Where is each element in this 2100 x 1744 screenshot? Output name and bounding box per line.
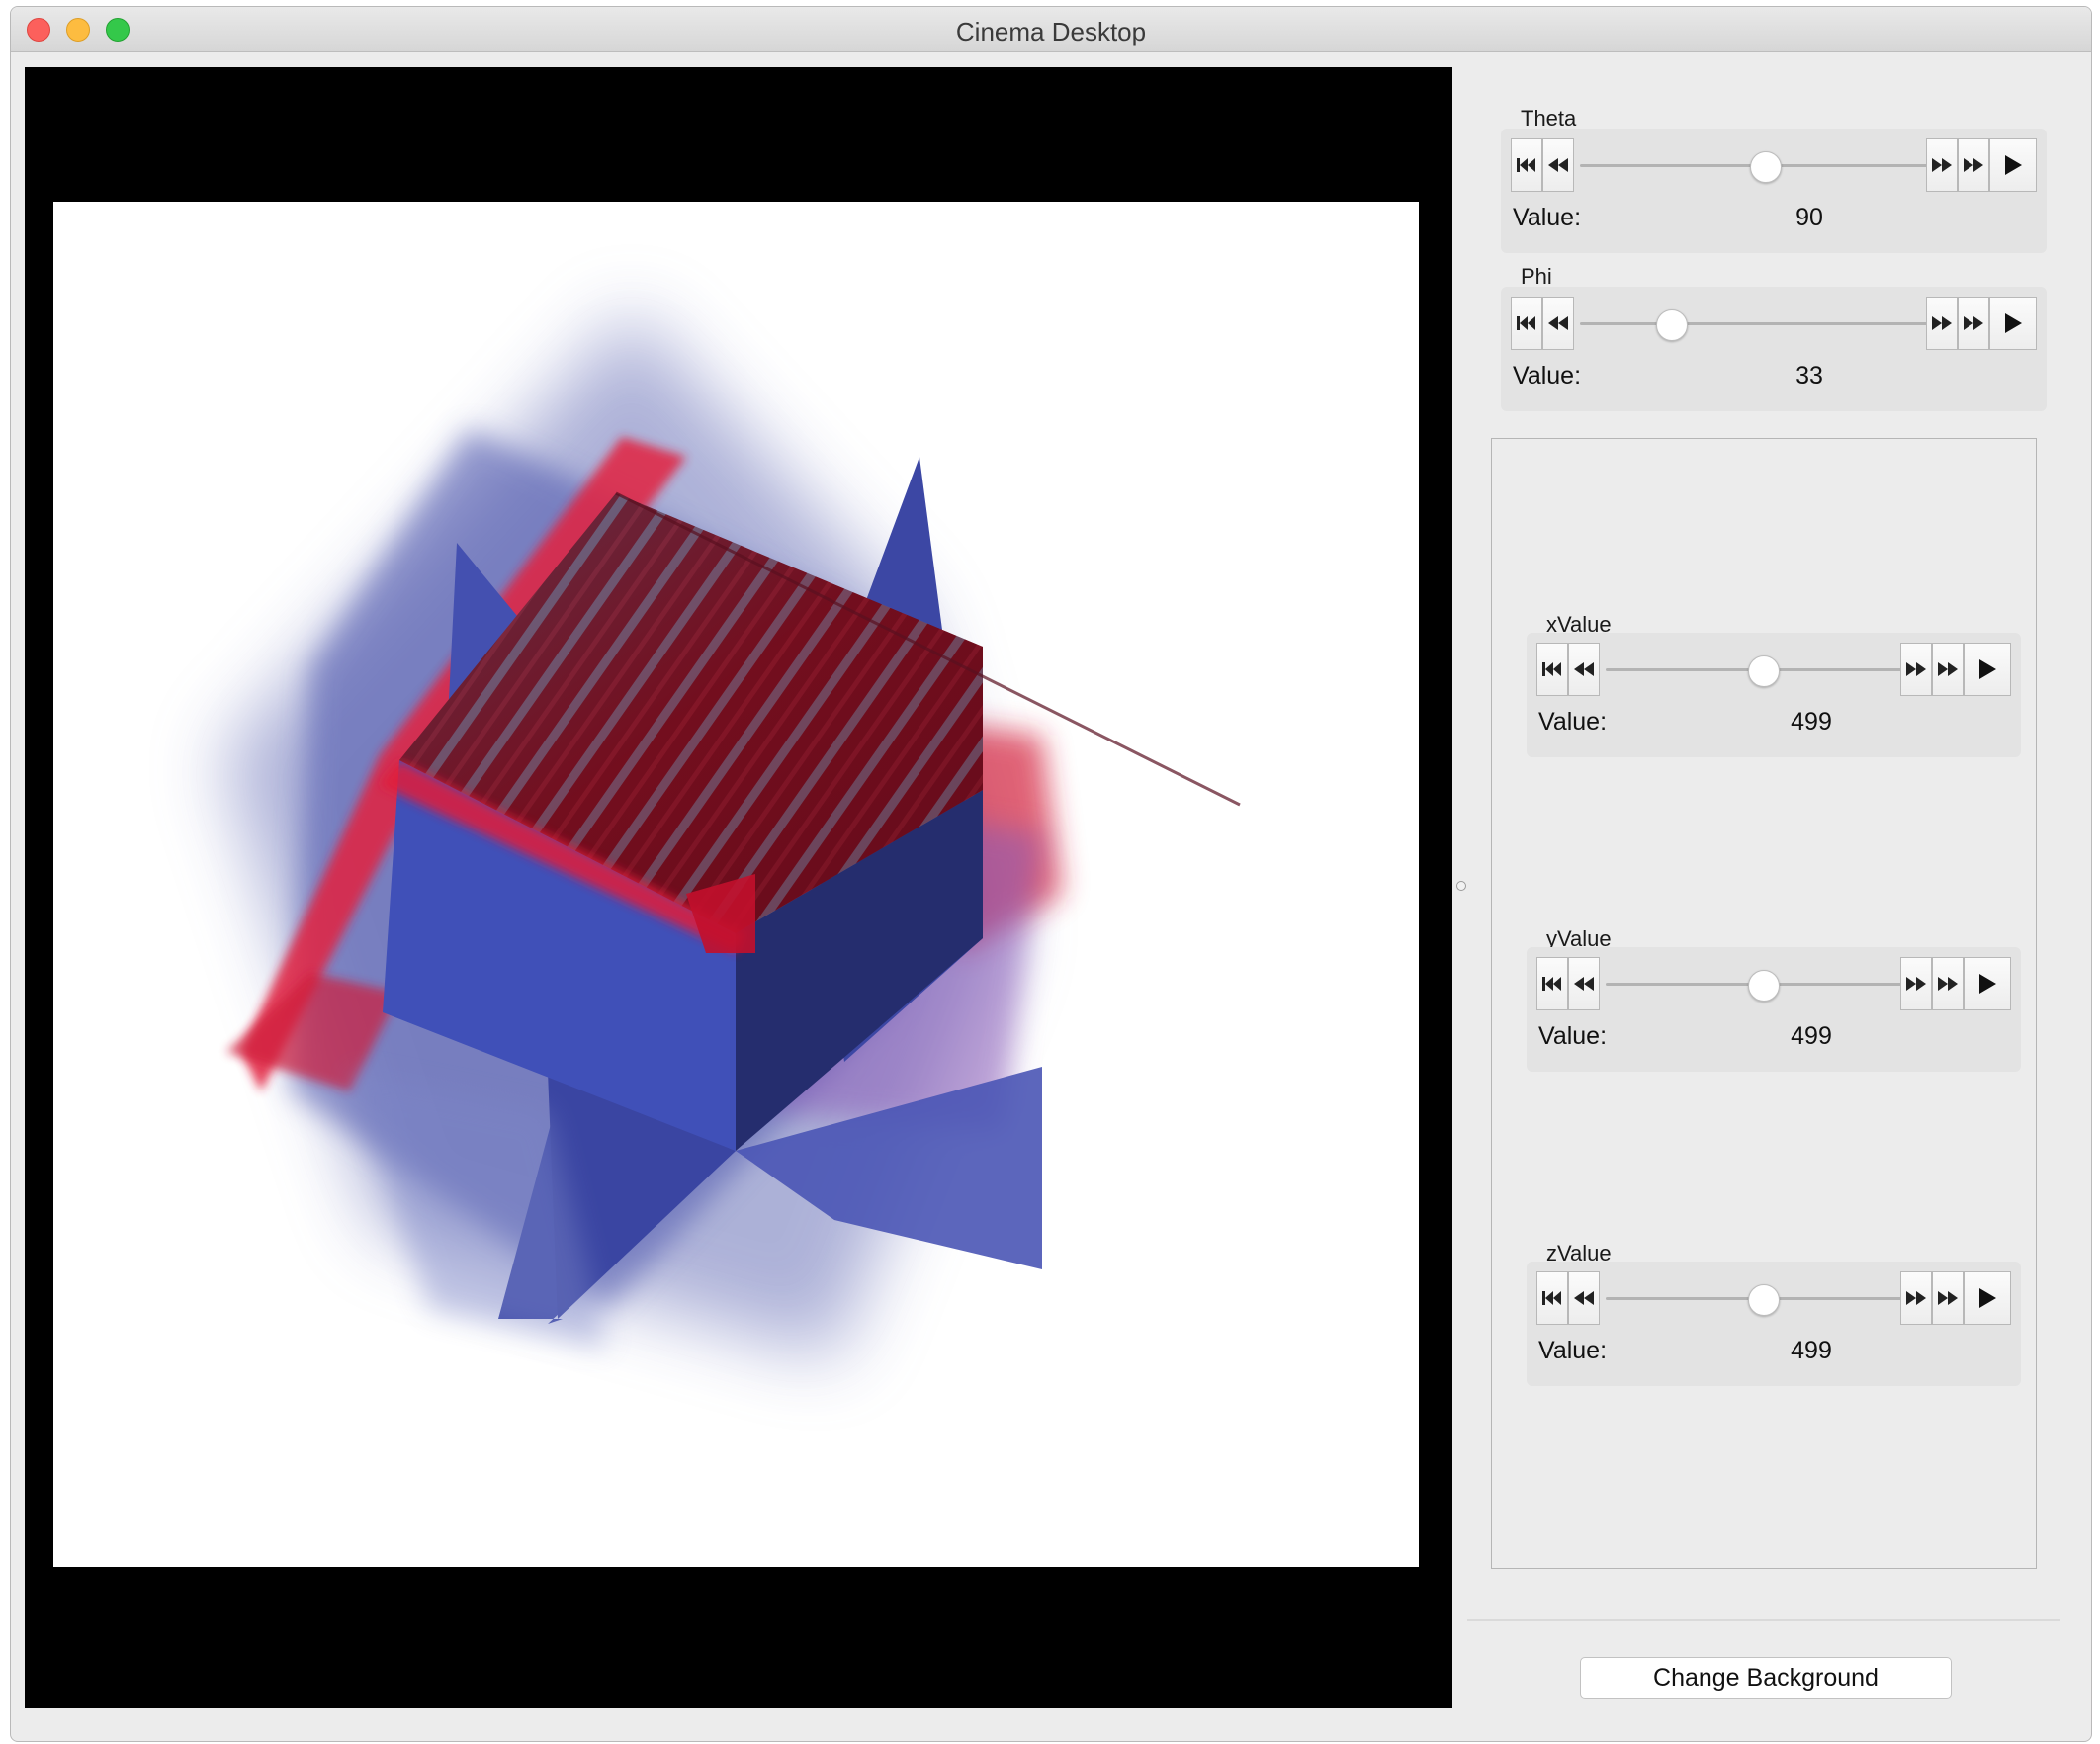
xvalue-value: 499 <box>1791 708 1832 736</box>
step-back-icon <box>1548 316 1568 330</box>
xvalue-last-button[interactable] <box>1932 643 1964 696</box>
yvalue-first-button[interactable] <box>1536 957 1568 1010</box>
divider <box>1467 1619 2060 1621</box>
theta-last-button[interactable] <box>1958 138 1989 192</box>
splitter-handle[interactable] <box>1456 881 1466 891</box>
zvalue-play-button[interactable] <box>1964 1271 2011 1325</box>
xvalue-first-button[interactable] <box>1536 643 1568 696</box>
phi-step-forward-button[interactable] <box>1926 297 1958 350</box>
xvalue-step-forward-button[interactable] <box>1900 643 1932 696</box>
step-back-icon <box>1574 1291 1594 1305</box>
step-forward-icon <box>1906 977 1926 991</box>
theta-first-button[interactable] <box>1511 138 1542 192</box>
xvalue-value-label: Value: <box>1538 708 1608 736</box>
zvalue-value: 499 <box>1791 1337 1832 1364</box>
play-icon <box>1979 659 1996 679</box>
xvalue-play-button[interactable] <box>1964 643 2011 696</box>
render-canvas[interactable] <box>53 202 1419 1567</box>
yvalue-control: Value: 499 <box>1527 947 2021 1072</box>
first-frame-icon <box>1542 1291 1561 1305</box>
play-icon <box>1979 974 1996 994</box>
first-frame-icon <box>1542 977 1561 991</box>
zvalue-first-button[interactable] <box>1536 1271 1568 1325</box>
theta-step-forward-button[interactable] <box>1926 138 1958 192</box>
phi-slider-track[interactable] <box>1580 322 1952 325</box>
first-frame-icon <box>1517 316 1535 330</box>
change-background-button[interactable]: Change Background <box>1580 1657 1952 1699</box>
play-icon <box>2005 313 2022 333</box>
yvalue-step-back-button[interactable] <box>1568 957 1600 1010</box>
phi-value-label: Value: <box>1513 362 1582 390</box>
xvalue-step-back-button[interactable] <box>1568 643 1600 696</box>
theta-value: 90 <box>1795 204 1823 231</box>
step-back-icon <box>1548 158 1568 172</box>
theta-slider-handle[interactable] <box>1750 151 1782 183</box>
last-frame-icon <box>1964 316 1983 330</box>
last-frame-icon <box>1938 1291 1958 1305</box>
yvalue-last-button[interactable] <box>1932 957 1964 1010</box>
phi-last-button[interactable] <box>1958 297 1989 350</box>
yvalue-play-button[interactable] <box>1964 957 2011 1010</box>
zvalue-step-forward-button[interactable] <box>1900 1271 1932 1325</box>
theta-value-label: Value: <box>1513 204 1582 231</box>
zvalue-last-button[interactable] <box>1932 1271 1964 1325</box>
zvalue-slider-handle[interactable] <box>1748 1284 1780 1316</box>
yvalue-value-label: Value: <box>1538 1022 1608 1050</box>
first-frame-icon <box>1517 158 1535 172</box>
last-frame-icon <box>1938 977 1958 991</box>
volume-render-image <box>221 310 1241 1358</box>
theta-control: Value: 90 <box>1501 129 2047 253</box>
theta-step-back-button[interactable] <box>1542 138 1574 192</box>
window-title: Cinema Desktop <box>955 17 1147 46</box>
step-back-icon <box>1574 662 1594 676</box>
first-frame-icon <box>1542 662 1561 676</box>
last-frame-icon <box>1964 158 1983 172</box>
yvalue-value: 499 <box>1791 1022 1832 1050</box>
phi-step-back-button[interactable] <box>1542 297 1574 350</box>
step-forward-icon <box>1906 1291 1926 1305</box>
zvalue-step-back-button[interactable] <box>1568 1271 1600 1325</box>
play-icon <box>2005 155 2022 175</box>
phi-value: 33 <box>1795 362 1823 390</box>
xvalue-control: Value: 499 <box>1527 633 2021 757</box>
xvalue-slider-handle[interactable] <box>1748 655 1780 687</box>
phi-first-button[interactable] <box>1511 297 1542 350</box>
phi-play-button[interactable] <box>1989 297 2037 350</box>
image-viewer[interactable] <box>25 67 1452 1708</box>
step-forward-icon <box>1932 316 1952 330</box>
phi-control: Value: 33 <box>1501 287 2047 411</box>
play-icon <box>1979 1288 1996 1308</box>
title-bar[interactable]: Cinema Desktop <box>11 7 2091 52</box>
step-forward-icon <box>1932 158 1952 172</box>
phi-slider-handle[interactable] <box>1656 309 1688 341</box>
zvalue-control: Value: 499 <box>1527 1262 2021 1386</box>
yvalue-step-forward-button[interactable] <box>1900 957 1932 1010</box>
theta-play-button[interactable] <box>1989 138 2037 192</box>
zvalue-value-label: Value: <box>1538 1337 1608 1364</box>
yvalue-slider-handle[interactable] <box>1748 970 1780 1002</box>
step-back-icon <box>1574 977 1594 991</box>
last-frame-icon <box>1938 662 1958 676</box>
step-forward-icon <box>1906 662 1926 676</box>
